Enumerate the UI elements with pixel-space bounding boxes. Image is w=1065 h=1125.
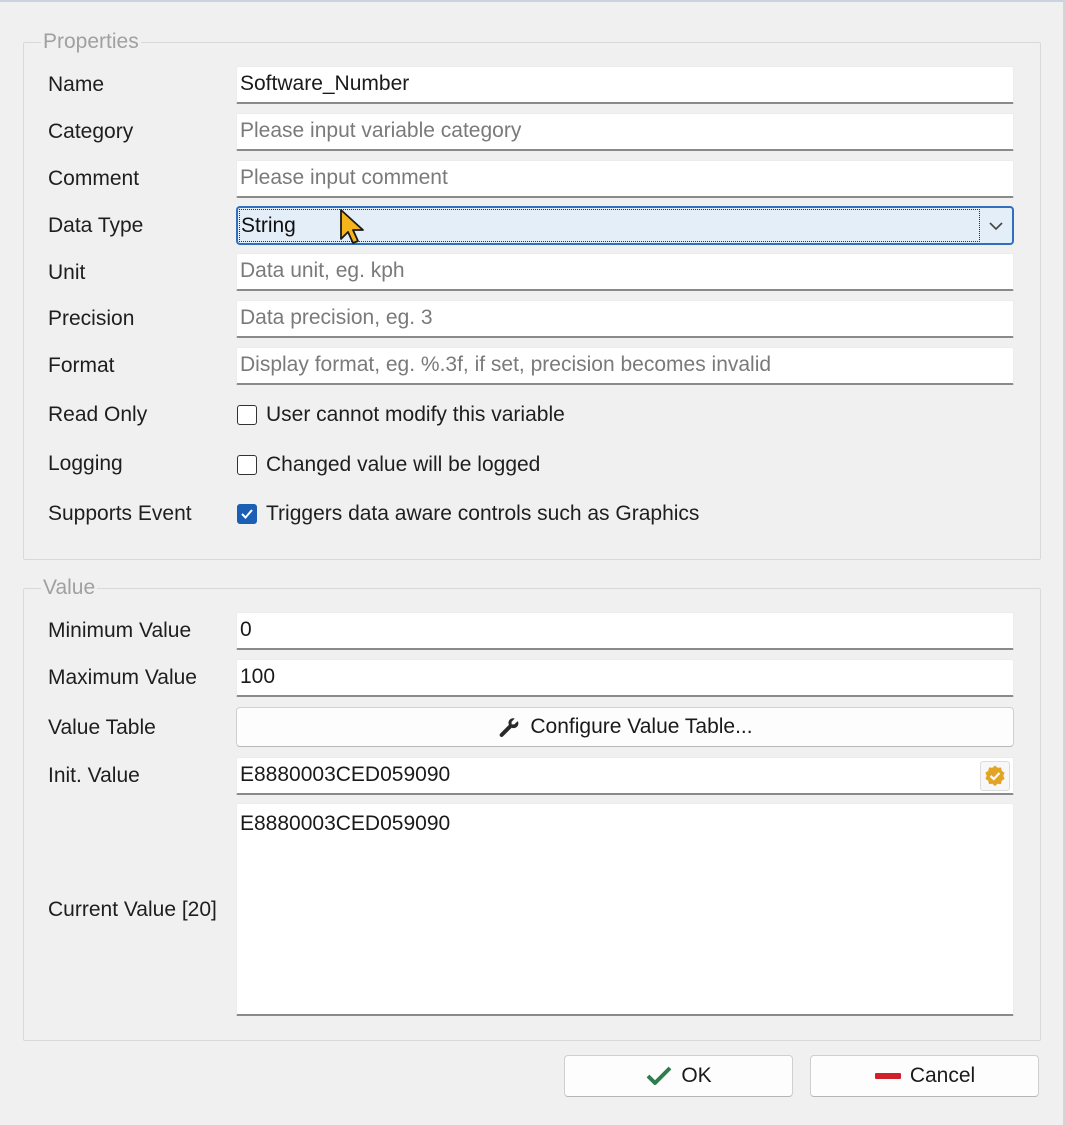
minus-icon: [874, 1073, 901, 1079]
precision-input[interactable]: [237, 301, 1013, 336]
logging-checkbox[interactable]: Changed value will be logged: [237, 452, 540, 478]
supports-event-checkbox[interactable]: Triggers data aware controls such as Gra…: [237, 501, 699, 527]
init-value-label: Init. Value: [48, 764, 140, 787]
properties-legend: Properties: [43, 30, 139, 53]
format-input[interactable]: [237, 348, 1013, 383]
supports-event-text[interactable]: Triggers data aware controls such as Gra…: [266, 502, 699, 526]
value-legend: Value: [43, 576, 96, 599]
category-field[interactable]: [236, 113, 1014, 151]
read-only-box[interactable]: [237, 405, 257, 425]
unit-label: Unit: [48, 261, 86, 284]
verified-badge-icon: [985, 765, 1005, 787]
precision-label: Precision: [48, 307, 135, 330]
read-only-label: Read Only: [48, 403, 148, 426]
current-value-label: Current Value [20]: [48, 898, 217, 921]
chevron-down-icon[interactable]: [987, 217, 1005, 235]
window-top-border: [0, 0, 1065, 2]
logging-label: Logging: [48, 452, 123, 475]
comment-label: Comment: [48, 167, 140, 190]
supports-event-box[interactable]: [237, 504, 257, 524]
read-only-text[interactable]: User cannot modify this variable: [266, 403, 565, 427]
configure-value-table-label: Configure Value Table...: [530, 715, 753, 738]
mouse-cursor-icon: [340, 209, 364, 244]
logging-text[interactable]: Changed value will be logged: [266, 453, 540, 477]
category-input[interactable]: [237, 114, 1013, 149]
init-value-verify-button[interactable]: [980, 761, 1010, 791]
data-type-label: Data Type: [48, 214, 144, 237]
checkmark-icon: [241, 509, 253, 519]
name-label: Name: [48, 73, 105, 96]
minimum-value-input[interactable]: [237, 613, 1013, 648]
comment-input[interactable]: [237, 161, 1013, 196]
maximum-value-input[interactable]: [237, 660, 1013, 695]
comment-field[interactable]: [236, 160, 1014, 198]
value-table-label: Value Table: [48, 716, 156, 739]
name-field[interactable]: [236, 66, 1014, 104]
ok-button[interactable]: OK: [564, 1055, 793, 1097]
init-value-input[interactable]: [237, 758, 1013, 793]
read-only-checkbox[interactable]: User cannot modify this variable: [237, 402, 565, 428]
precision-field[interactable]: [236, 300, 1014, 338]
supports-event-label: Supports Event: [48, 502, 192, 525]
unit-field[interactable]: [236, 253, 1014, 291]
format-field[interactable]: [236, 347, 1014, 385]
checkmark-icon: [646, 1066, 672, 1085]
unit-input[interactable]: [237, 254, 1013, 289]
properties-group: Properties: [23, 30, 1041, 560]
minimum-value-label: Minimum Value: [48, 619, 192, 642]
ok-label: OK: [681, 1064, 712, 1087]
category-label: Category: [48, 120, 134, 143]
logging-box[interactable]: [237, 455, 257, 475]
minimum-value-field[interactable]: [236, 612, 1014, 650]
init-value-field[interactable]: [236, 757, 1014, 795]
wrench-icon: [499, 718, 519, 737]
cancel-label: Cancel: [909, 1064, 976, 1087]
format-label: Format: [48, 354, 115, 377]
maximum-value-label: Maximum Value: [48, 666, 197, 689]
name-input[interactable]: [237, 67, 1013, 102]
current-value-memo[interactable]: E8880003CED059090: [236, 803, 1014, 1016]
maximum-value-field[interactable]: [236, 659, 1014, 697]
cancel-button[interactable]: Cancel: [810, 1055, 1039, 1097]
configure-value-table-button[interactable]: Configure Value Table...: [236, 707, 1014, 747]
